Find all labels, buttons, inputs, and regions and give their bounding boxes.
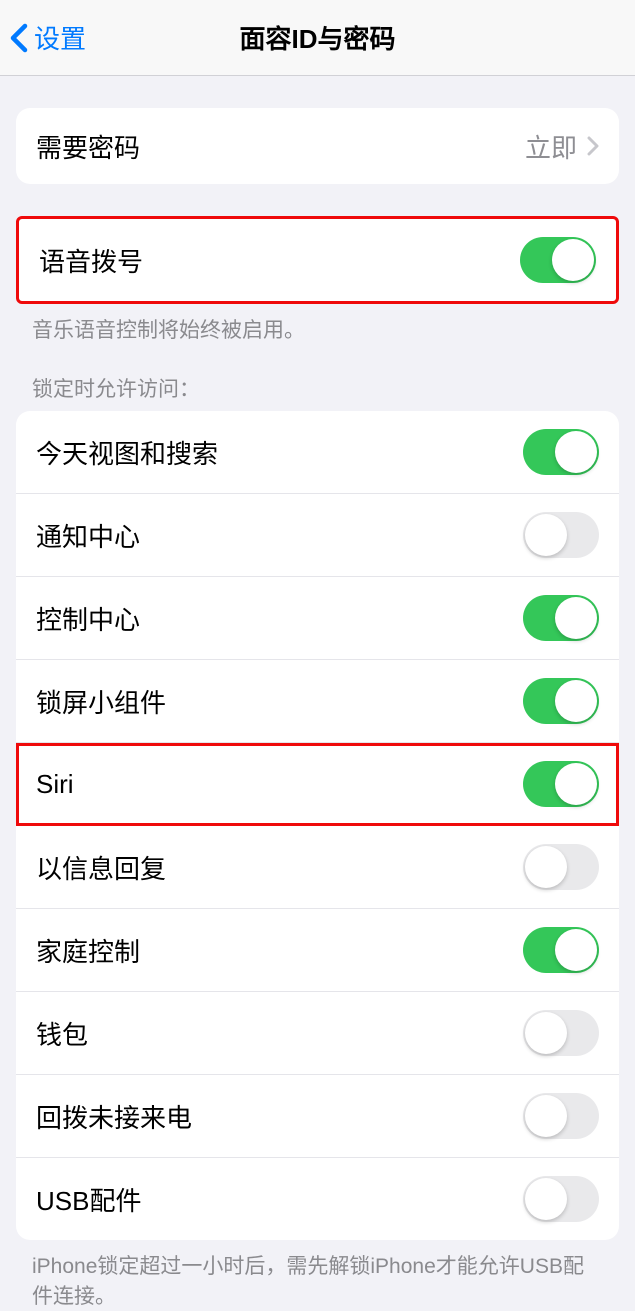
- lock-access-row: 控制中心: [16, 577, 619, 660]
- back-button[interactable]: 设置: [10, 19, 86, 56]
- lock-access-toggle[interactable]: [523, 844, 599, 890]
- lock-access-row: 钱包: [16, 992, 619, 1075]
- toggle-knob: [555, 680, 597, 722]
- back-label: 设置: [34, 19, 86, 56]
- lock-access-label: 钱包: [36, 1015, 88, 1052]
- voice-dial-group: 语音拨号: [16, 216, 619, 304]
- require-passcode-value: 立即: [525, 128, 577, 165]
- require-passcode-row[interactable]: 需要密码 立即: [16, 108, 619, 184]
- navigation-bar: 设置 面容ID与密码: [0, 0, 635, 76]
- lock-access-toggle[interactable]: [523, 512, 599, 558]
- lock-access-row: 家庭控制: [16, 909, 619, 992]
- lock-access-row: 回拨未接来电: [16, 1075, 619, 1158]
- lock-access-label: 回拨未接来电: [36, 1098, 192, 1135]
- toggle-knob: [525, 846, 567, 888]
- lock-access-label: 以信息回复: [36, 849, 166, 886]
- row-right: 立即: [525, 128, 599, 165]
- voice-dial-footer: 音乐语音控制将始终被启用。: [0, 304, 635, 345]
- toggle-knob: [555, 597, 597, 639]
- voice-dial-toggle[interactable]: [520, 237, 596, 283]
- lock-access-row: 通知中心: [16, 494, 619, 577]
- lock-access-toggle[interactable]: [523, 1176, 599, 1222]
- lock-access-toggle[interactable]: [523, 1093, 599, 1139]
- voice-dial-label: 语音拨号: [39, 242, 143, 279]
- lock-access-header: 锁定时允许访问：: [0, 373, 635, 411]
- lock-access-label: 锁屏小组件: [36, 683, 166, 720]
- lock-access-label: 通知中心: [36, 517, 140, 554]
- lock-access-label: 今天视图和搜索: [36, 434, 218, 471]
- require-passcode-label: 需要密码: [36, 128, 140, 165]
- toggle-knob: [525, 1012, 567, 1054]
- toggle-knob: [552, 239, 594, 281]
- chevron-right-icon: [587, 136, 599, 156]
- toggle-knob: [555, 763, 597, 805]
- lock-access-group: 今天视图和搜索通知中心控制中心锁屏小组件 Siri 以信息回复家庭控制钱包回拨未接来…: [16, 411, 619, 1240]
- toggle-knob: [525, 1178, 567, 1220]
- lock-access-label: 控制中心: [36, 600, 140, 637]
- toggle-knob: [525, 1095, 567, 1137]
- lock-access-label: USB配件: [36, 1181, 141, 1218]
- lock-access-row: 以信息回复: [16, 826, 619, 909]
- lock-access-toggle[interactable]: [523, 678, 599, 724]
- toggle-knob: [555, 431, 597, 473]
- lock-access-toggle[interactable]: [523, 927, 599, 973]
- toggle-knob: [555, 929, 597, 971]
- lock-access-toggle[interactable]: [523, 595, 599, 641]
- lock-access-label: Siri: [36, 769, 74, 800]
- lock-access-row: 今天视图和搜索: [16, 411, 619, 494]
- toggle-knob: [525, 514, 567, 556]
- content-area: 需要密码 立即 语音拨号 音乐语音控制将始终被启用。 锁定时允许访问： 今天视图…: [0, 108, 635, 1311]
- lock-access-row: 锁屏小组件: [16, 660, 619, 743]
- lock-access-row: USB配件: [16, 1158, 619, 1240]
- passcode-group: 需要密码 立即: [16, 108, 619, 184]
- lock-access-toggle[interactable]: [523, 761, 599, 807]
- chevron-left-icon: [10, 23, 28, 53]
- lock-access-label: 家庭控制: [36, 932, 140, 969]
- lock-access-footer: iPhone锁定超过一小时后，需先解锁iPhone才能允许USB配件连接。: [0, 1240, 635, 1311]
- lock-access-row: Siri: [16, 743, 619, 826]
- page-title: 面容ID与密码: [239, 19, 395, 56]
- lock-access-toggle[interactable]: [523, 429, 599, 475]
- voice-dial-row: 语音拨号: [19, 219, 616, 301]
- lock-access-toggle[interactable]: [523, 1010, 599, 1056]
